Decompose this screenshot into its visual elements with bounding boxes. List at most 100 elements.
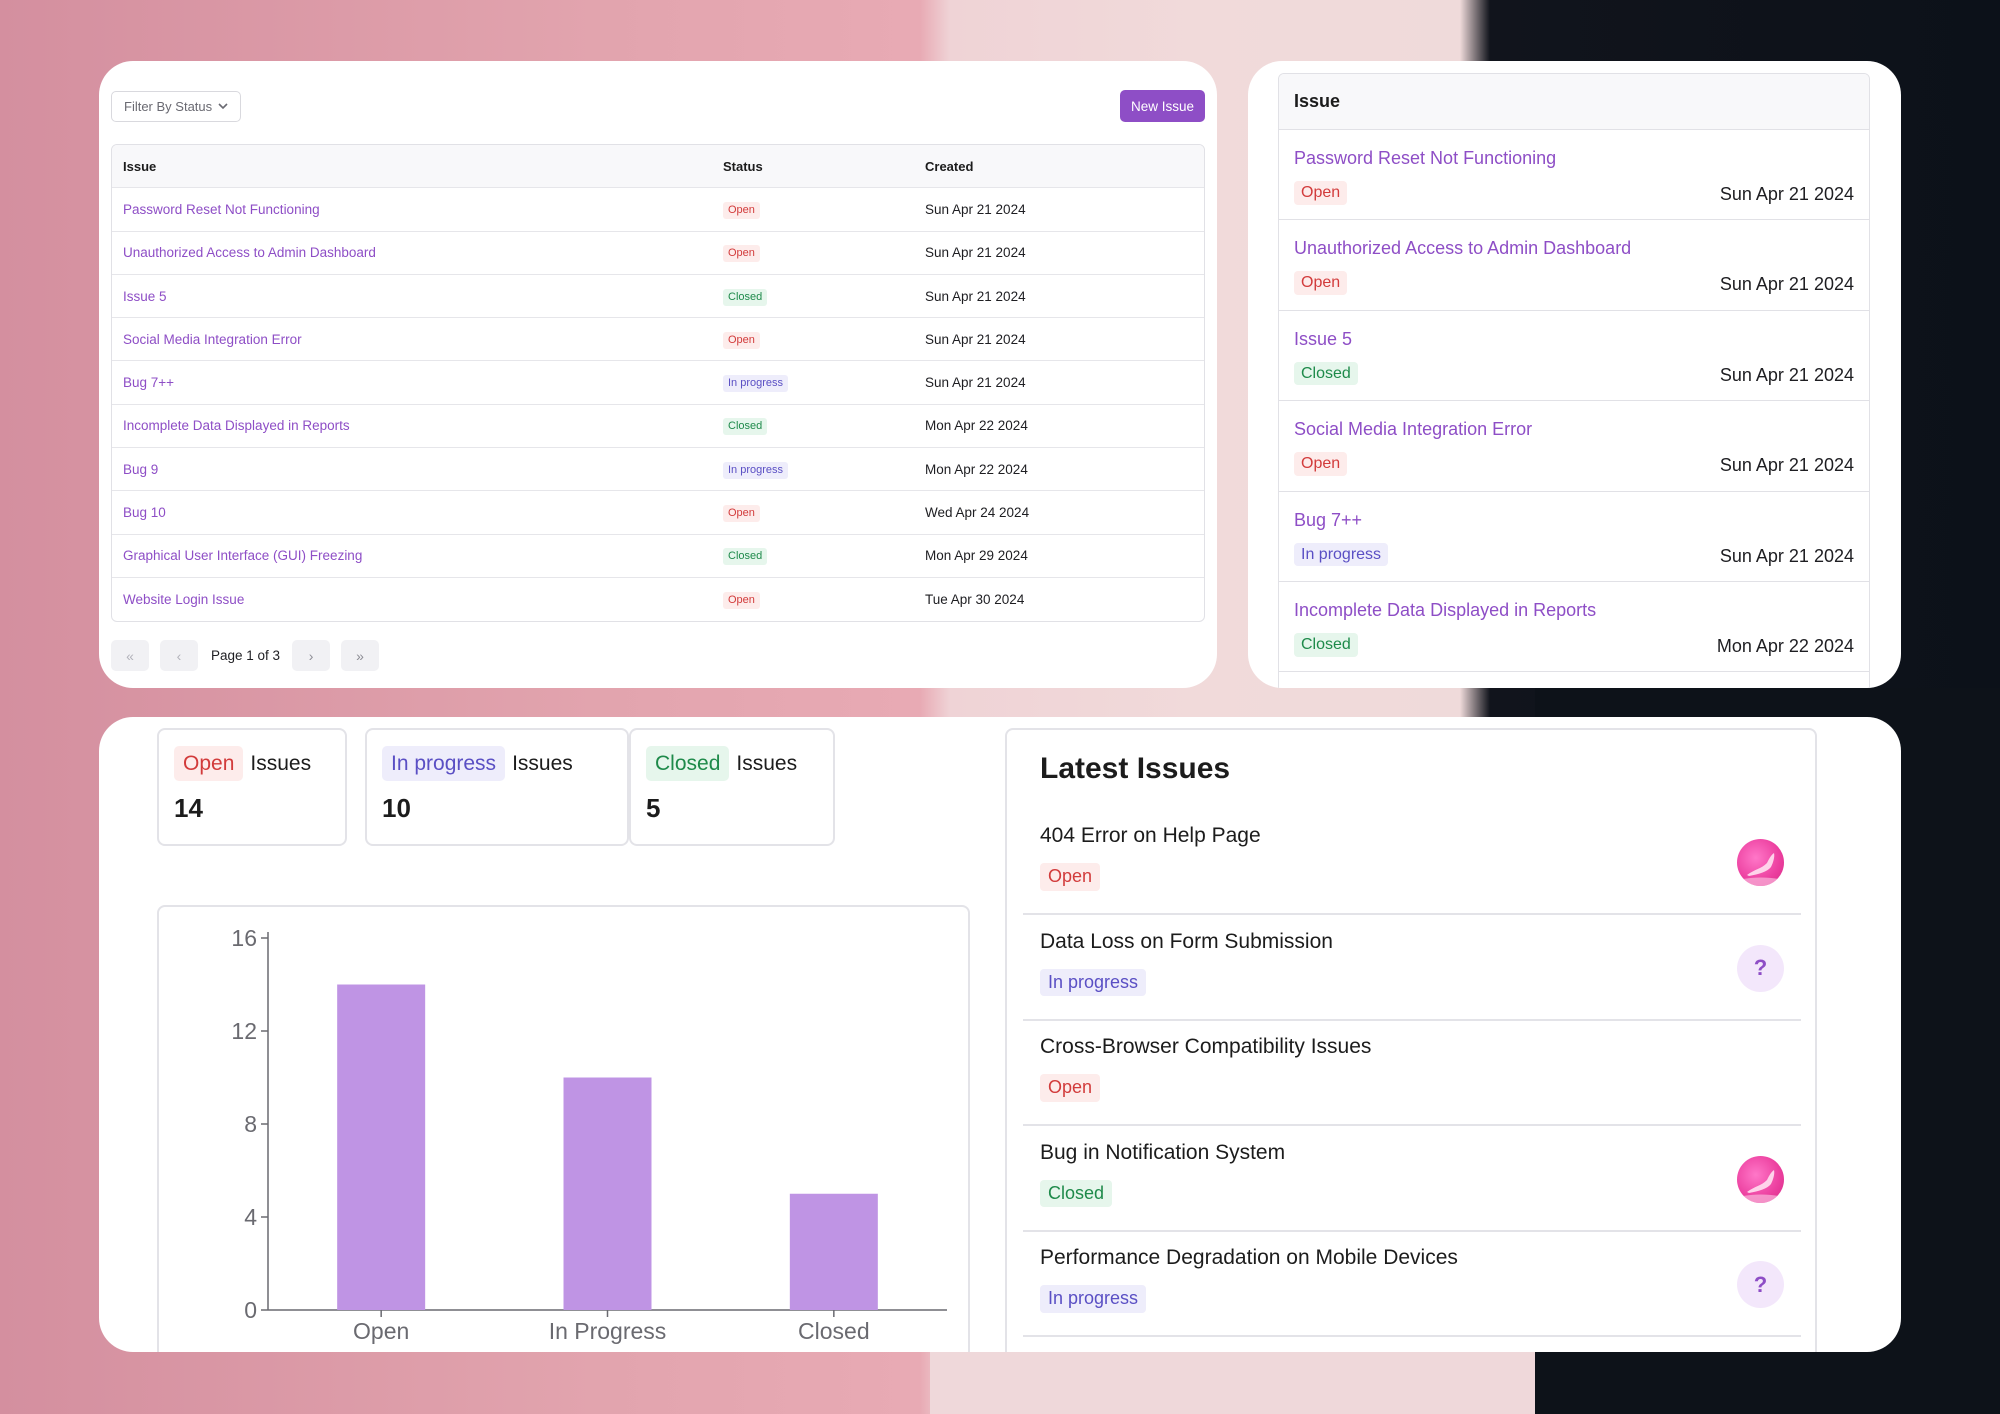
- status-badge: Open: [174, 746, 244, 781]
- table-row[interactable]: Bug 9 In progress Mon Apr 22 2024: [112, 448, 1204, 492]
- issue-link[interactable]: Website Login Issue: [112, 592, 723, 607]
- summary-card-count: 14: [174, 793, 203, 823]
- created-date: Wed Apr 24 2024: [925, 505, 1030, 521]
- issue-link[interactable]: Bug 7++: [1294, 510, 1854, 531]
- y-tick-label: 4: [244, 1204, 257, 1230]
- dashboard-card: Open Issues 14 In progress Issues 10 Closed Iss…: [99, 717, 1901, 1352]
- table-row[interactable]: Bug 7++ In progress Sun Apr 21 2024: [112, 361, 1204, 405]
- column-header-issue[interactable]: Issue: [112, 159, 723, 174]
- list-item[interactable]: Social Media Integration Error Open Sun Ap…: [1279, 401, 1869, 492]
- next-page-button[interactable]: ›: [292, 640, 331, 671]
- status-badge: In progress: [1040, 968, 1147, 997]
- table-row[interactable]: Bug 10 Open Wed Apr 24 2024: [112, 491, 1204, 535]
- status-cell: In progress: [723, 460, 925, 479]
- created-date: Mon Apr 22 2024: [925, 418, 1028, 434]
- status-cell: Closed: [723, 416, 925, 436]
- issue-link[interactable]: Bug 9: [112, 462, 723, 477]
- latest-issue-title[interactable]: Performance Degradation on Mobile Device…: [1040, 1246, 1458, 1270]
- column-header-status[interactable]: Status: [723, 159, 925, 174]
- status-badge: In progress: [723, 461, 789, 479]
- latest-issue-title[interactable]: 404 Error on Help Page: [1040, 824, 1261, 848]
- status-cell: Open: [723, 330, 925, 349]
- list-item[interactable]: Password Reset Not Functioning Open Sun Ap…: [1279, 130, 1869, 221]
- table-row[interactable]: Incomplete Data Displayed in Reports Clos…: [112, 405, 1204, 449]
- user-avatar-image[interactable]: [1737, 1155, 1784, 1203]
- previous-page-button[interactable]: ‹: [160, 640, 198, 671]
- table-body: Password Reset Not Functioning Open Sun Ap…: [112, 188, 1204, 621]
- created-date: Mon Apr 22 2024: [925, 461, 1028, 477]
- status-badge: Closed: [1040, 1179, 1113, 1208]
- summary-card-count: 10: [382, 793, 411, 823]
- table-row[interactable]: Password Reset Not Functioning Open Sun Ap…: [112, 188, 1204, 232]
- y-tick-label: 8: [244, 1111, 257, 1137]
- summary-card-header: In progress Issues: [382, 746, 612, 781]
- latest-issue-title[interactable]: Data Loss on Form Submission: [1040, 930, 1333, 954]
- issue-link[interactable]: Password Reset Not Functioning: [1294, 148, 1854, 169]
- created-date: Mon Apr 29 2024: [925, 548, 1028, 564]
- issue-link[interactable]: Issue 5: [112, 289, 723, 304]
- chevron-down-icon: [218, 103, 228, 110]
- list-item[interactable]: Issue 5 Closed Sun Apr 21 2024: [1279, 311, 1869, 402]
- issue-link[interactable]: Incomplete Data Displayed in Reports: [1294, 600, 1854, 621]
- list-item[interactable]: Unauthorized Access to Admin Dashboard Op…: [1279, 220, 1869, 311]
- latest-issue-item[interactable]: Cross-Browser Compatibility Issues Open: [1023, 1021, 1801, 1126]
- issues-list-card: Issue Password Reset Not Functioning Open…: [1248, 61, 1901, 688]
- unassigned-avatar[interactable]: ?: [1737, 944, 1784, 992]
- table-row[interactable]: Graphical User Interface (GUI) Freezing C…: [112, 535, 1204, 578]
- table-row[interactable]: Website Login Issue Open Tue Apr 30 2024: [112, 578, 1204, 621]
- latest-issue-item[interactable]: Bug in Notification System Closed: [1023, 1127, 1801, 1232]
- status-badge: Open: [723, 505, 760, 523]
- latest-issue-item[interactable]: 404 Error on Help Page Open: [1023, 810, 1801, 915]
- issue-link[interactable]: Password Reset Not Functioning: [112, 202, 723, 217]
- status-badge: Closed: [1294, 361, 1358, 386]
- new-issue-button[interactable]: New Issue: [1119, 90, 1205, 122]
- created-date: Sun Apr 21 2024: [1719, 184, 1854, 204]
- summary-card-count: 5: [646, 793, 661, 823]
- bar-in-progress[interactable]: [563, 1077, 652, 1311]
- status-badge: Closed: [723, 418, 768, 436]
- column-header-created[interactable]: Created: [925, 159, 1204, 174]
- created-date: Mon Apr 22 2024: [1716, 635, 1854, 656]
- x-tick-label: In Progress: [549, 1318, 667, 1344]
- page-indicator: Page 1 of 3: [211, 648, 281, 663]
- y-tick-label: 16: [231, 925, 257, 951]
- issue-link[interactable]: Graphical User Interface (GUI) Freezing: [112, 548, 723, 563]
- summary-card-label: Issues: [736, 751, 798, 775]
- user-avatar-image[interactable]: [1737, 839, 1784, 886]
- status-badge: Open: [1294, 181, 1348, 205]
- latest-issue-title[interactable]: Cross-Browser Compatibility Issues: [1040, 1035, 1371, 1059]
- issue-link[interactable]: Bug 10: [112, 505, 723, 520]
- bar-closed[interactable]: [789, 1193, 878, 1310]
- issue-link[interactable]: Incomplete Data Displayed in Reports: [112, 418, 723, 433]
- list-item[interactable]: Incomplete Data Displayed in Reports Clos…: [1279, 582, 1869, 673]
- table-row[interactable]: Issue 5 Closed Sun Apr 21 2024: [112, 275, 1204, 319]
- issue-link[interactable]: Unauthorized Access to Admin Dashboard: [1294, 238, 1854, 259]
- first-page-button[interactable]: «: [111, 640, 149, 671]
- issues-list: Issue Password Reset Not Functioning Open…: [1278, 73, 1870, 688]
- status-badge: Closed: [1294, 632, 1358, 657]
- created-date: Tue Apr 30 2024: [925, 592, 1025, 608]
- list-item[interactable]: Bug 7++ In progress Sun Apr 21 2024: [1279, 492, 1869, 582]
- status-badge: Closed: [723, 288, 768, 306]
- last-page-button[interactable]: »: [341, 640, 380, 671]
- latest-issue-item[interactable]: Performance Degradation on Mobile Device…: [1023, 1232, 1801, 1337]
- list-header: Issue: [1279, 74, 1869, 130]
- unassigned-avatar[interactable]: ?: [1737, 1261, 1784, 1308]
- issue-link[interactable]: Social Media Integration Error: [1294, 419, 1854, 440]
- issue-link[interactable]: Issue 5: [1294, 329, 1854, 350]
- summary-card-closed: Closed Issues 5: [629, 728, 835, 846]
- list-body: Password Reset Not Functioning Open Sun Ap…: [1279, 130, 1869, 673]
- issue-link[interactable]: Bug 7++: [112, 375, 723, 390]
- issue-link[interactable]: Social Media Integration Error: [112, 332, 723, 347]
- summary-card-label: Issues: [250, 751, 312, 775]
- latest-issue-title[interactable]: Bug in Notification System: [1040, 1141, 1285, 1165]
- issue-link[interactable]: Unauthorized Access to Admin Dashboard: [112, 245, 723, 260]
- table-row[interactable]: Unauthorized Access to Admin Dashboard Op…: [112, 232, 1204, 275]
- table-row[interactable]: Social Media Integration Error Open Sun Ap…: [112, 318, 1204, 362]
- summary-card-open: Open Issues 14: [157, 728, 347, 846]
- latest-issue-item[interactable]: Data Loss on Form Submission In progress?: [1023, 916, 1801, 1021]
- bar-open[interactable]: [337, 984, 426, 1311]
- filter-by-status-dropdown[interactable]: Filter By Status: [111, 91, 242, 122]
- status-badge: Open: [723, 592, 760, 610]
- y-tick-label: 0: [244, 1297, 257, 1323]
